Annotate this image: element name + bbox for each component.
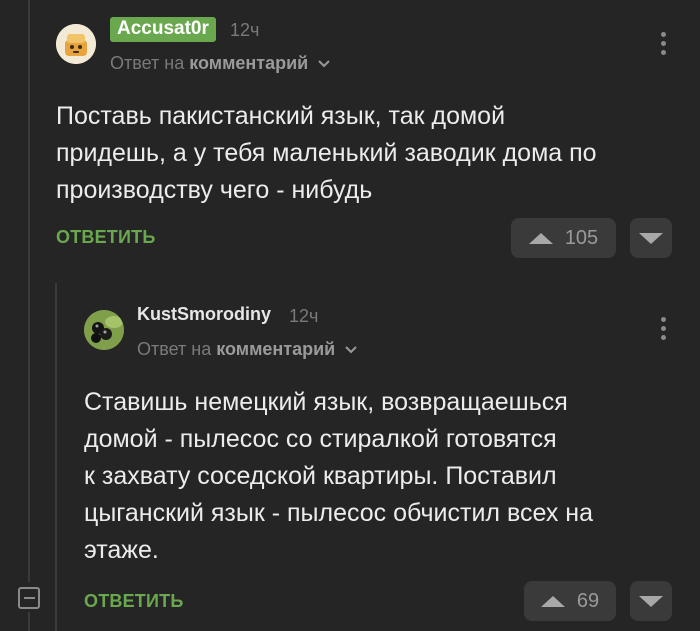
reply-prefix: Ответ на [137, 339, 212, 359]
comment-line: цыганский язык - пылесос обчистил всех н… [84, 499, 593, 527]
avatar-image [56, 24, 96, 64]
comment-line: домой - пылесос со стиралкой готовятся [84, 425, 557, 453]
comment-time: 12ч [289, 306, 319, 326]
more-options-icon[interactable] [661, 317, 667, 344]
comment-line: Ставишь немецкий язык, возвращаешься [84, 388, 568, 416]
comment-line: производству чего - нибудь [56, 176, 373, 204]
avatar-kustsmorodiny[interactable] [84, 310, 124, 350]
comment-author-badge[interactable]: Accusat0r [110, 17, 216, 42]
comment-line: придешь, а у тебя маленький заводик дома… [56, 139, 597, 167]
chevron-down-icon [345, 346, 357, 354]
comment-body: Ставишь немецкий язык, возвращаешься дом… [84, 384, 684, 569]
thread-line-outer-bottom [28, 612, 30, 631]
thread-line-nested [55, 283, 57, 631]
downvote-button[interactable] [630, 218, 672, 258]
vote-count: 69 [576, 589, 600, 612]
more-options-icon[interactable] [661, 32, 667, 59]
reply-target[interactable]: комментарий [216, 339, 335, 359]
comment-body: Поставь пакистанский язык, так домой при… [56, 98, 676, 209]
arrow-up-icon [540, 595, 565, 607]
avatar-image [84, 310, 124, 350]
collapse-thread-button[interactable] [18, 587, 40, 609]
comment-line: к захвату соседской квартиры. Поставил [84, 462, 557, 490]
vote-count: 105 [564, 226, 599, 249]
downvote-button[interactable] [630, 581, 672, 621]
reply-button[interactable]: ОТВЕТИТЬ [56, 227, 155, 248]
upvote-button[interactable]: 105 [511, 218, 616, 258]
upvote-button[interactable]: 69 [524, 581, 616, 621]
minus-icon [23, 597, 35, 599]
arrow-up-icon [528, 232, 553, 244]
thread-line-outer [28, 0, 30, 582]
chevron-down-icon [318, 60, 330, 68]
comment-time: 12ч [230, 20, 260, 40]
reply-button[interactable]: ОТВЕТИТЬ [84, 591, 183, 612]
reply-to-link[interactable]: Ответ на комментарий [110, 52, 331, 74]
comment-line: этаже. [84, 536, 159, 564]
comment-line: Поставь пакистанский язык, так домой [56, 102, 506, 130]
reply-to-link[interactable]: Ответ на комментарий [137, 338, 358, 360]
avatar-accusat0r[interactable] [56, 24, 96, 64]
arrow-down-icon [639, 595, 663, 607]
comment-author[interactable]: KustSmorodiny [137, 303, 271, 325]
reply-target[interactable]: комментарий [189, 53, 308, 73]
reply-prefix: Ответ на [110, 53, 185, 73]
arrow-down-icon [639, 232, 663, 244]
